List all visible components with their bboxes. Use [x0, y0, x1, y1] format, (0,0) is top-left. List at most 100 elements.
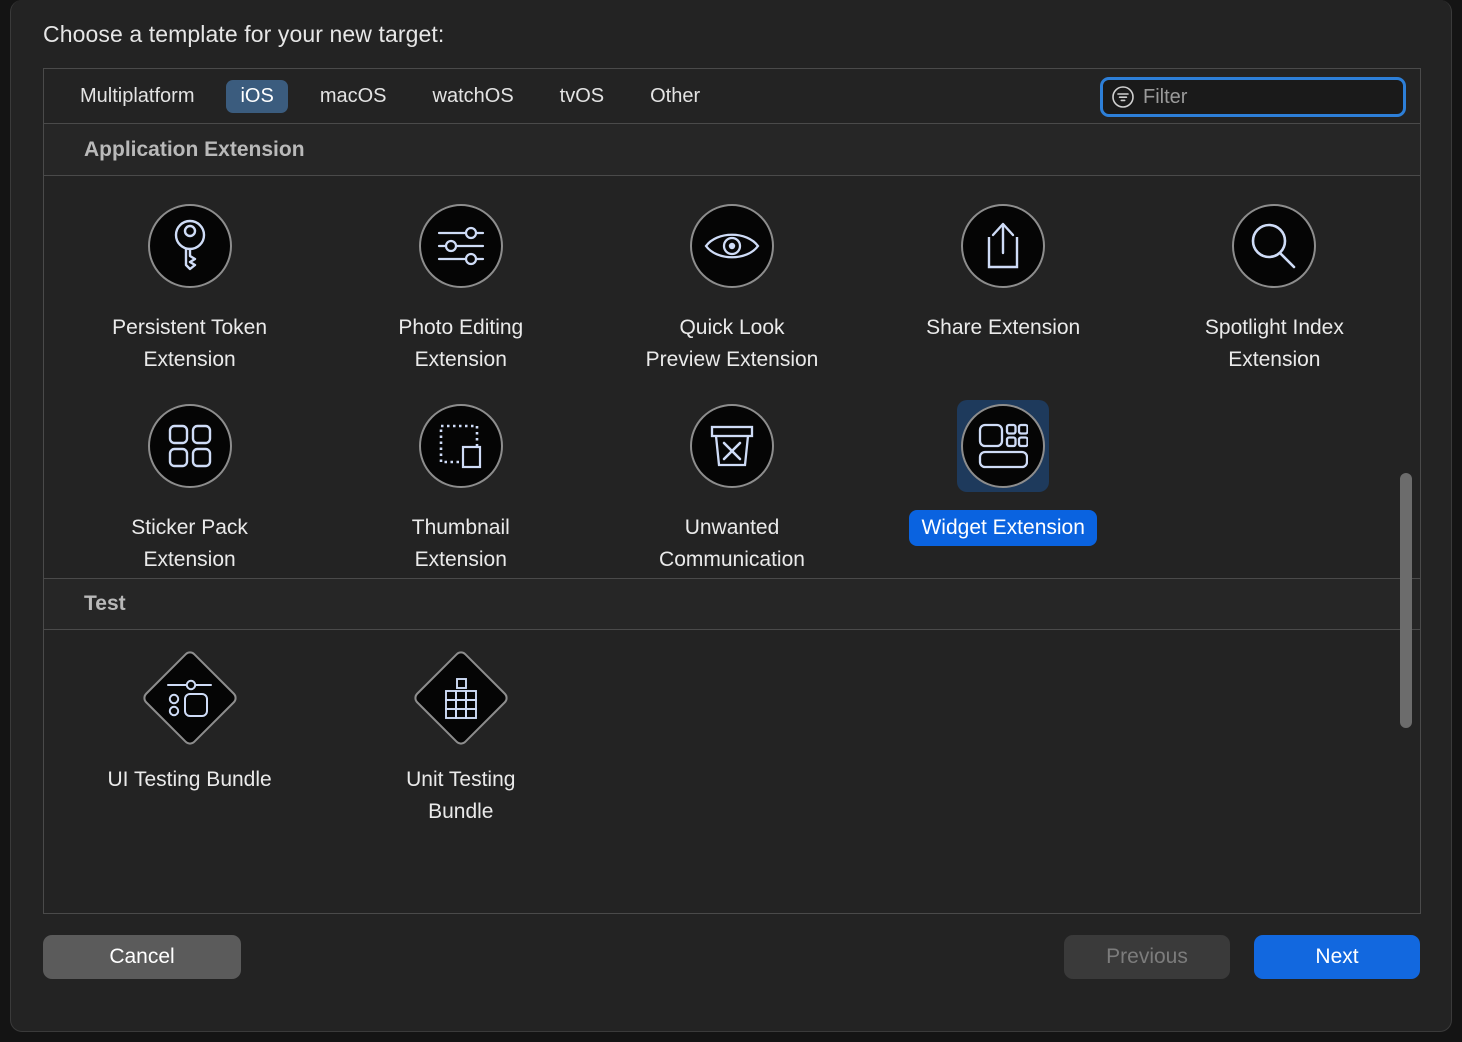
label-line: Unwanted — [684, 516, 780, 539]
template-item-unit-testing-bundle[interactable]: Unit Testing Bundle — [325, 630, 596, 830]
key-icon — [174, 219, 205, 271]
cancel-button[interactable]: Cancel — [43, 935, 241, 979]
template-item-widget-extension[interactable]: Widget Extension — [868, 378, 1139, 578]
template-grid-test: UI Testing Bundle Unit Testing Bundle — [44, 630, 1420, 830]
section-header-application-extension: Application Extension — [44, 124, 1420, 176]
grid-four-icon — [168, 424, 211, 468]
template-item-photo-editing-extension[interactable]: Photo Editing Extension — [325, 176, 596, 378]
template-item-label: Photo Editing Extension — [386, 310, 535, 378]
tab-ios[interactable]: iOS — [226, 79, 288, 113]
icon-disc — [418, 404, 503, 488]
label-line: Share Extension — [926, 316, 1081, 339]
template-item-share-extension[interactable]: Share Extension — [868, 176, 1139, 378]
template-icon-badge — [686, 200, 778, 292]
filter-field[interactable] — [1100, 77, 1406, 117]
tab-multiplatform[interactable]: Multiplatform — [66, 80, 208, 113]
label-line: Extension — [414, 548, 507, 571]
template-panel: Multiplatform iOS macOS watchOS tvOS Oth… — [43, 68, 1421, 914]
template-icon-badge — [415, 200, 507, 292]
next-button[interactable]: Next — [1254, 935, 1420, 979]
icon-disc — [147, 204, 232, 288]
template-item-label: Quick Look Preview Extension — [634, 310, 831, 378]
label-line: Widget Extension — [921, 516, 1085, 539]
template-icon-badge — [415, 400, 507, 492]
template-grid-empty-cell — [868, 630, 1139, 830]
blocked-box-icon — [710, 425, 754, 467]
icon-disc — [418, 204, 503, 288]
template-item-persistent-token-extension[interactable]: Persistent Token Extension — [54, 176, 325, 378]
label-line: Spotlight Index — [1204, 316, 1344, 339]
template-item-sticker-pack-extension[interactable]: Sticker Pack Extension — [54, 378, 325, 578]
template-item-label: Share Extension — [914, 310, 1092, 346]
label-line: Extension — [143, 548, 236, 571]
icon-disc — [961, 404, 1046, 488]
template-icon-badge — [144, 200, 236, 292]
template-item-label: Persistent Token Extension — [100, 310, 279, 378]
magnifier-icon — [1252, 223, 1296, 269]
tab-tvos[interactable]: tvOS — [546, 80, 618, 113]
label-line: Unit Testing — [406, 768, 516, 791]
template-grid-application-extension: Persistent Token Extension Photo Editing… — [44, 176, 1420, 578]
label-line: Preview Extension — [645, 348, 819, 371]
label-line: Communication — [659, 548, 805, 571]
icon-disc — [689, 204, 774, 288]
unit-test-icon — [444, 678, 477, 719]
platform-tabbar: Multiplatform iOS macOS watchOS tvOS Oth… — [44, 69, 1420, 124]
sliders-icon — [437, 226, 484, 266]
ui-test-icon — [166, 679, 212, 717]
label-line: Quick Look — [679, 316, 785, 339]
template-item-quick-look-preview-extension[interactable]: Quick Look Preview Extension — [596, 176, 867, 378]
template-icon-badge — [411, 648, 511, 748]
label-line: Bundle — [428, 800, 494, 823]
filter-icon — [1112, 86, 1134, 108]
tab-watchos[interactable]: watchOS — [419, 80, 528, 113]
template-grid-empty-cell — [1139, 630, 1410, 830]
label-line: Persistent Token — [112, 316, 268, 339]
template-icon-badge — [686, 400, 778, 492]
template-item-label-selected: Widget Extension — [909, 510, 1097, 546]
new-target-template-dialog: Choose a template for your new target: M… — [10, 0, 1452, 1032]
search-input[interactable] — [1143, 85, 1383, 109]
share-icon — [987, 222, 1019, 269]
tab-macos[interactable]: macOS — [306, 80, 401, 113]
page-title: Choose a template for your new target: — [43, 21, 445, 47]
tab-other[interactable]: Other — [636, 80, 714, 113]
template-scroll-area[interactable]: Application Extension Persistent Token E… — [44, 124, 1420, 913]
template-item-label: Unwanted Communication — [647, 510, 817, 578]
template-icon-badge — [957, 200, 1049, 292]
template-item-label: Thumbnail Extension — [400, 510, 522, 578]
label-line: Extension — [414, 348, 507, 371]
scrollbar-thumb[interactable] — [1400, 473, 1412, 728]
template-item-label: Sticker Pack Extension — [119, 510, 260, 578]
scrollbar-vertical[interactable] — [1395, 125, 1417, 911]
template-icon-badge — [140, 648, 240, 748]
template-item-label: UI Testing Bundle — [95, 762, 283, 798]
template-item-ui-testing-bundle[interactable]: UI Testing Bundle — [54, 630, 325, 830]
template-item-spotlight-index-extension[interactable]: Spotlight Index Extension — [1139, 176, 1410, 378]
label-line: Photo Editing — [398, 316, 524, 339]
label-line: Sticker Pack — [131, 516, 248, 539]
label-line: Extension — [143, 348, 236, 371]
icon-disc — [147, 404, 232, 488]
label-line: UI Testing Bundle — [107, 768, 272, 791]
template-icon-badge — [144, 400, 236, 492]
label-line: Thumbnail — [411, 516, 510, 539]
template-item-thumbnail-extension[interactable]: Thumbnail Extension — [325, 378, 596, 578]
icon-diamond — [411, 648, 511, 748]
template-item-label: Spotlight Index Extension — [1193, 310, 1356, 378]
section-header-test: Test — [44, 578, 1420, 630]
icon-disc — [961, 204, 1046, 288]
icon-diamond — [140, 648, 240, 748]
widget-icon — [979, 423, 1029, 469]
template-grid-empty-cell — [596, 630, 867, 830]
template-grid-empty-cell — [1139, 378, 1410, 578]
icon-disc — [1232, 204, 1317, 288]
eye-icon — [704, 233, 760, 259]
icon-disc — [689, 404, 774, 488]
template-icon-badge-selected — [957, 400, 1050, 492]
previous-button[interactable]: Previous — [1064, 935, 1230, 979]
label-line: Extension — [1228, 348, 1321, 371]
thumbnail-icon — [439, 424, 481, 469]
template-item-label: Unit Testing Bundle — [394, 762, 527, 830]
template-item-unwanted-communication[interactable]: Unwanted Communication — [596, 378, 867, 578]
